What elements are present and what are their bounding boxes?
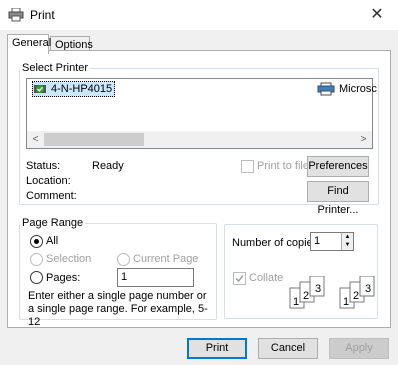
find-printer-button[interactable]: Find Printer... bbox=[307, 181, 369, 216]
all-radio[interactable] bbox=[30, 235, 43, 248]
select-printer-legend: Select Printer bbox=[20, 62, 91, 74]
apply-button[interactable]: Apply bbox=[329, 338, 389, 359]
location-label: Location: bbox=[26, 175, 71, 187]
pages-radio[interactable] bbox=[30, 271, 43, 284]
printer-list[interactable]: 4-N-HP4015 Microsc < > bbox=[26, 78, 377, 149]
check-icon bbox=[235, 275, 244, 283]
svg-text:1: 1 bbox=[343, 296, 349, 308]
preferences-button[interactable]: Preferences bbox=[307, 156, 369, 177]
comment-label: Comment: bbox=[26, 190, 77, 202]
status-label: Status: bbox=[26, 160, 61, 172]
horizontal-scrollbar[interactable]: < > bbox=[27, 131, 372, 148]
svg-text:2: 2 bbox=[353, 290, 359, 302]
pages-label: Pages: bbox=[46, 272, 81, 284]
pages-input[interactable]: 1 bbox=[117, 268, 194, 287]
collate-checkbox[interactable] bbox=[233, 272, 246, 285]
close-icon[interactable]: ✕ bbox=[366, 4, 388, 26]
printer-icon bbox=[8, 7, 24, 22]
all-label: All bbox=[46, 235, 59, 247]
print-to-file-label: Print to file bbox=[257, 160, 309, 172]
selection-label: Selection bbox=[46, 253, 92, 265]
default-printer-check-icon bbox=[34, 83, 46, 95]
scroll-right-icon[interactable]: > bbox=[355, 131, 372, 148]
window-title: Print bbox=[30, 8, 55, 22]
spin-down-icon[interactable]: ▼ bbox=[342, 241, 353, 249]
current-page-label: Current Page bbox=[133, 253, 199, 265]
tab-general[interactable]: General bbox=[7, 34, 51, 54]
copies-spinner[interactable]: 1 ▲ ▼ bbox=[310, 232, 354, 251]
spin-buttons[interactable]: ▲ ▼ bbox=[341, 233, 353, 250]
printer-name: Microsc bbox=[339, 83, 377, 95]
svg-text:3: 3 bbox=[365, 283, 371, 295]
number-of-copies-label: Number of copies: bbox=[232, 237, 322, 249]
printer-name: 4-N-HP4015 bbox=[51, 83, 113, 95]
copies-value: 1 bbox=[314, 235, 321, 247]
page-range-legend: Page Range bbox=[20, 217, 86, 229]
scroll-thumb[interactable] bbox=[44, 133, 144, 146]
current-page-radio[interactable] bbox=[117, 253, 130, 266]
collate-text: Collate bbox=[249, 272, 284, 284]
status-value: Ready bbox=[92, 160, 124, 172]
svg-text:2: 2 bbox=[303, 290, 309, 302]
print-to-file-checkbox[interactable] bbox=[241, 160, 254, 173]
printer-item-hp4015[interactable]: 4-N-HP4015 bbox=[32, 81, 116, 97]
collate-preview-icon: 1 2 3 1 2 3 bbox=[288, 275, 375, 312]
print-button[interactable]: Print bbox=[187, 338, 247, 359]
svg-text:1: 1 bbox=[293, 296, 299, 308]
svg-text:3: 3 bbox=[315, 283, 321, 295]
page-range-hint: Enter either a single page number or a s… bbox=[28, 290, 208, 328]
cancel-button[interactable]: Cancel bbox=[258, 338, 318, 359]
scroll-left-icon[interactable]: < bbox=[27, 131, 44, 148]
printer-item-microsoft[interactable]: Microsc bbox=[317, 82, 377, 96]
printer-device-icon bbox=[317, 82, 335, 96]
selection-radio[interactable] bbox=[30, 253, 43, 266]
spin-up-icon[interactable]: ▲ bbox=[342, 233, 353, 241]
title-bar: Print ✕ bbox=[0, 0, 398, 30]
